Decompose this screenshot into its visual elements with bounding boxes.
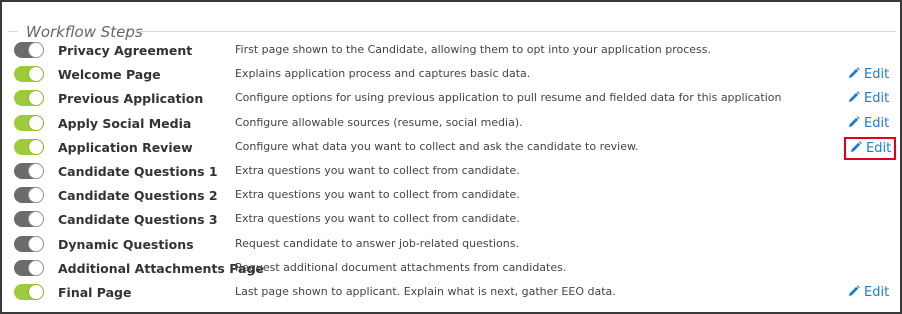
step-enabled-toggle[interactable] bbox=[14, 259, 44, 276]
edit-step-button[interactable]: Edit bbox=[848, 66, 889, 83]
step-name: Additional Attachments Page bbox=[58, 260, 264, 276]
edit-step-button[interactable]: Edit bbox=[848, 90, 889, 107]
toggle-knob bbox=[28, 211, 44, 228]
pencil-icon bbox=[848, 67, 860, 79]
step-name: Candidate Questions 2 bbox=[58, 188, 218, 204]
step-description: Request additional document attachments … bbox=[235, 260, 567, 274]
pencil-icon bbox=[848, 91, 860, 103]
step-description: Configure what data you want to collect … bbox=[235, 139, 639, 153]
workflow-step-row: Additional Attachments Page Request addit… bbox=[2, 257, 900, 281]
workflow-step-row: Dynamic Questions Request candidate to an… bbox=[2, 233, 900, 257]
step-enabled-toggle[interactable] bbox=[14, 114, 44, 131]
workflow-step-row: Candidate Questions 2 Extra questions you… bbox=[2, 184, 900, 208]
workflow-step-row: Candidate Questions 1 Extra questions you… bbox=[2, 160, 900, 184]
edit-label: Edit bbox=[866, 140, 892, 156]
toggle-knob bbox=[28, 162, 44, 179]
toggle-knob bbox=[28, 114, 44, 131]
workflow-step-row: Final Page Last page shown to applicant. … bbox=[2, 281, 900, 305]
divider bbox=[136, 31, 896, 32]
edit-label: Edit bbox=[864, 284, 890, 300]
step-description: Configure allowable sources (resume, soc… bbox=[235, 115, 523, 129]
step-enabled-toggle[interactable] bbox=[14, 162, 44, 179]
step-description: Extra questions you want to collect from… bbox=[235, 163, 520, 177]
edit-step-button[interactable]: Edit bbox=[848, 284, 889, 301]
workflow-step-row: Privacy Agreement First page shown to the… bbox=[2, 39, 900, 63]
pencil-icon bbox=[848, 285, 860, 297]
step-enabled-toggle[interactable] bbox=[14, 283, 44, 300]
step-name: Application Review bbox=[58, 139, 193, 155]
step-description: First page shown to the Candidate, allow… bbox=[235, 43, 711, 56]
workflow-step-row: Application Review Configure what data yo… bbox=[2, 136, 900, 160]
step-name: Privacy Agreement bbox=[58, 43, 193, 58]
pencil-icon bbox=[848, 115, 860, 128]
section-header: Workflow Steps bbox=[8, 22, 896, 41]
toggle-knob bbox=[28, 235, 44, 252]
edit-label: Edit bbox=[864, 91, 890, 107]
pencil-icon bbox=[850, 140, 862, 153]
step-enabled-toggle[interactable] bbox=[14, 138, 44, 155]
toggle-knob bbox=[28, 90, 44, 107]
edit-step-button[interactable]: Edit bbox=[848, 115, 889, 132]
toggle-knob bbox=[28, 283, 44, 300]
edit-step-button[interactable]: Edit bbox=[844, 136, 897, 160]
step-name: Final Page bbox=[58, 284, 132, 300]
workflow-step-list: Privacy Agreement First page shown to the… bbox=[2, 39, 900, 305]
toggle-knob bbox=[28, 42, 44, 58]
step-enabled-toggle[interactable] bbox=[14, 66, 44, 83]
step-name: Candidate Questions 1 bbox=[58, 163, 218, 179]
divider bbox=[8, 31, 18, 32]
toggle-knob bbox=[28, 66, 44, 83]
step-description: Request candidate to answer job-related … bbox=[235, 236, 519, 250]
step-name: Candidate Questions 3 bbox=[58, 212, 218, 228]
step-description: Configure options for using previous app… bbox=[235, 91, 782, 105]
workflow-steps-panel: Workflow Steps Privacy Agreement First pa… bbox=[0, 0, 902, 314]
step-description: Explains application process and capture… bbox=[235, 67, 531, 81]
step-enabled-toggle[interactable] bbox=[14, 42, 44, 58]
toggle-knob bbox=[28, 138, 44, 155]
step-description: Last page shown to applicant. Explain wh… bbox=[235, 284, 616, 298]
workflow-step-row: Candidate Questions 3 Extra questions you… bbox=[2, 208, 900, 232]
workflow-step-row: Welcome Page Explains application process… bbox=[2, 63, 900, 87]
step-name: Previous Application bbox=[58, 91, 204, 107]
step-description: Extra questions you want to collect from… bbox=[235, 212, 520, 226]
step-name: Welcome Page bbox=[58, 67, 161, 83]
step-enabled-toggle[interactable] bbox=[14, 211, 44, 228]
step-enabled-toggle[interactable] bbox=[14, 90, 44, 107]
step-description: Extra questions you want to collect from… bbox=[235, 188, 520, 202]
step-enabled-toggle[interactable] bbox=[14, 235, 44, 252]
edit-label: Edit bbox=[864, 115, 890, 131]
step-name: Apply Social Media bbox=[58, 115, 192, 131]
toggle-knob bbox=[28, 187, 44, 204]
workflow-step-row: Previous Application Configure options fo… bbox=[2, 87, 900, 111]
toggle-knob bbox=[28, 259, 44, 276]
edit-label: Edit bbox=[864, 67, 890, 83]
workflow-step-row: Apply Social Media Configure allowable so… bbox=[2, 112, 900, 136]
step-enabled-toggle[interactable] bbox=[14, 187, 44, 204]
step-name: Dynamic Questions bbox=[58, 236, 194, 252]
